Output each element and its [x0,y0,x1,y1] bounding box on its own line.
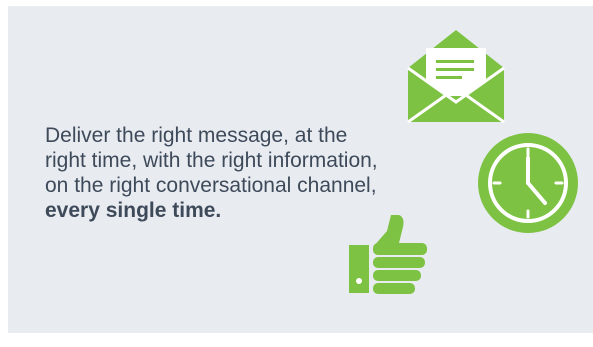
message-line-3: on the right conversational channel, [45,174,377,197]
message-text: Deliver the right message, at the right … [45,123,465,223]
clock-icon [478,133,578,233]
message-line-1: Deliver the right message, at the [45,124,348,147]
envelope-icon [407,30,505,124]
graphic-panel: Deliver the right message, at the right … [8,6,593,333]
message-line-2: right time, with the right information, [45,149,378,172]
thumbs-up-icon [349,215,427,294]
